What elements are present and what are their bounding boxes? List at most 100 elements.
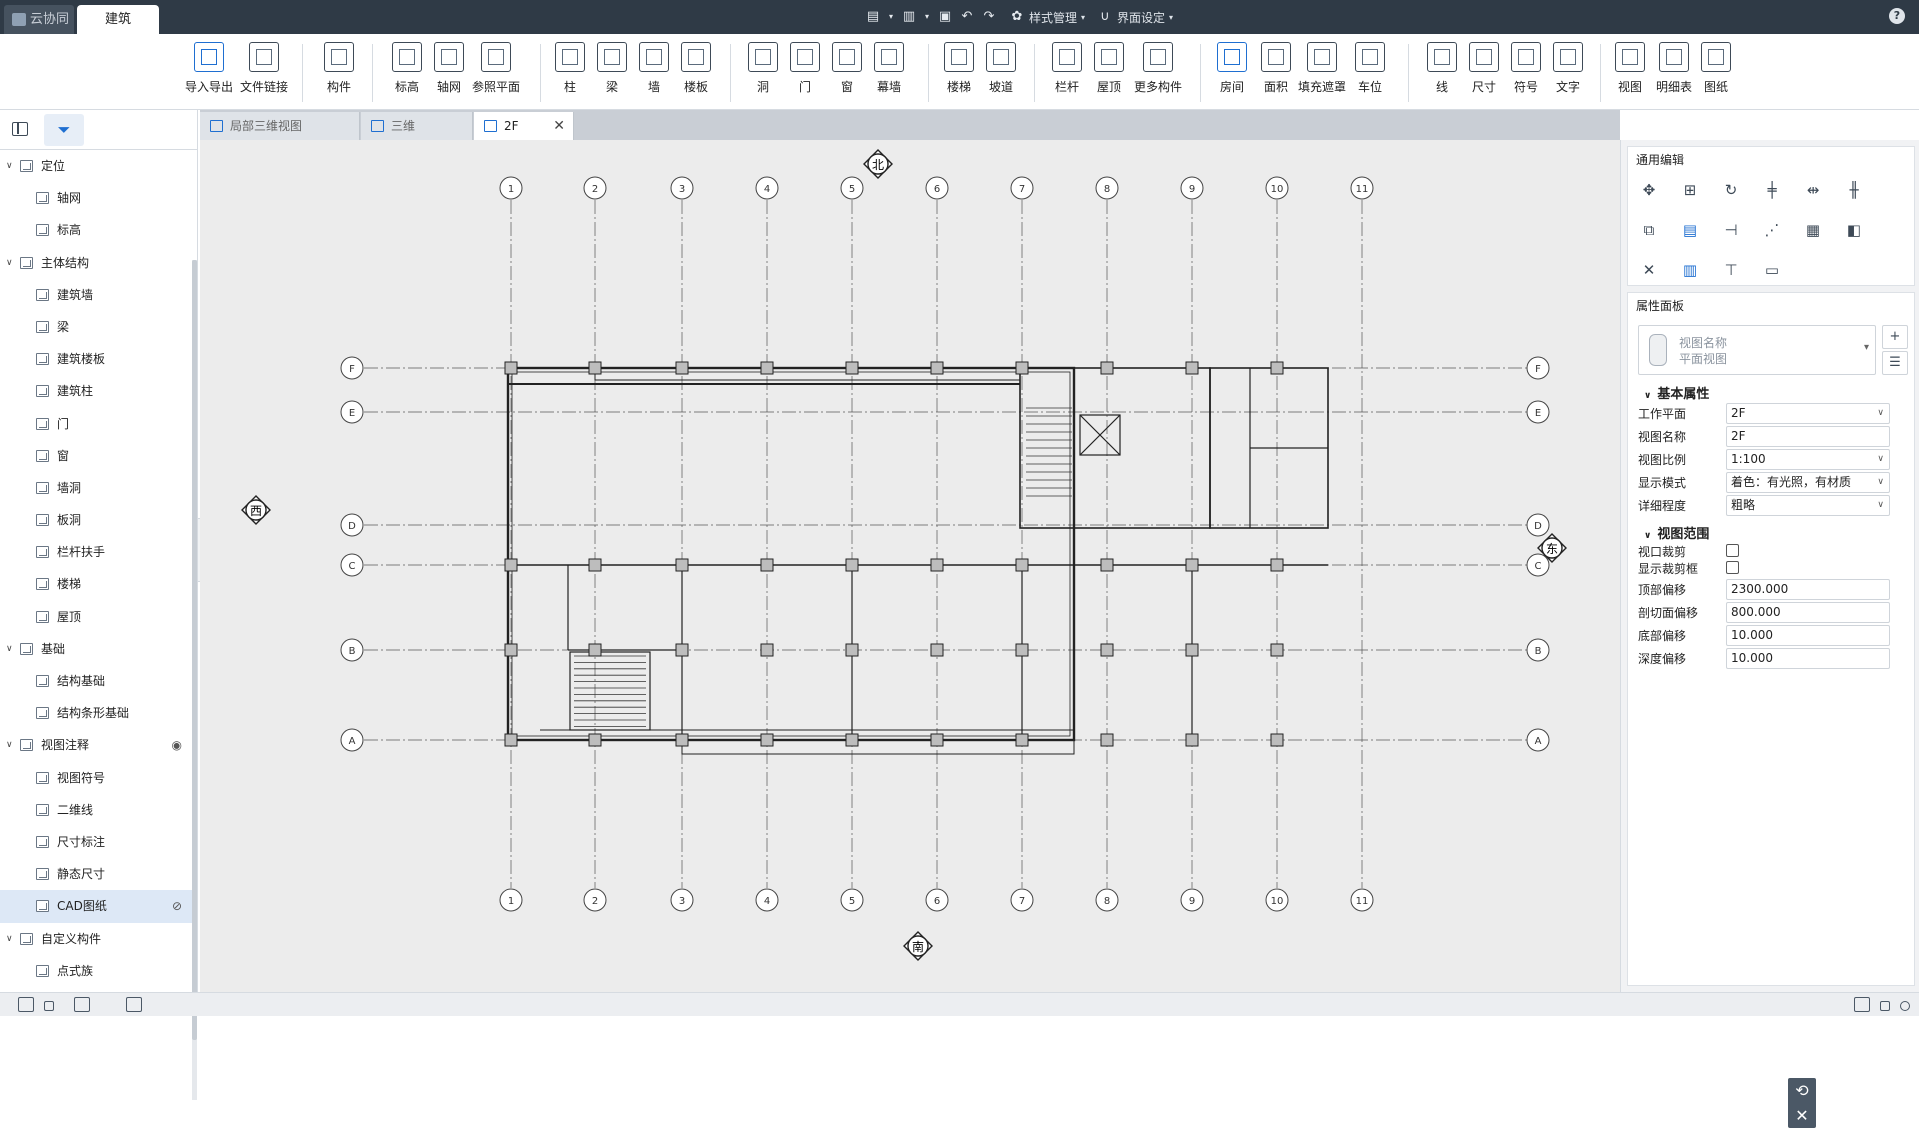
help-icon[interactable]: ? xyxy=(1889,8,1905,24)
property-field[interactable]: 10.000 xyxy=(1726,625,1890,646)
floor-slab-button[interactable]: 楼板 xyxy=(681,42,711,106)
tree-item[interactable]: 楼梯 xyxy=(0,568,192,600)
delete-icon[interactable]: ✕ xyxy=(1638,259,1660,281)
offset-icon[interactable]: ⇹ xyxy=(1802,179,1824,201)
tree-item[interactable]: 标高 xyxy=(0,214,192,246)
tab-local-3d-view[interactable]: 局部三维视图 xyxy=(200,112,360,140)
move-icon[interactable]: ✥ xyxy=(1638,179,1660,201)
checkbox[interactable] xyxy=(1726,561,1739,574)
stack-icon[interactable]: ▥ xyxy=(1679,259,1701,281)
property-field[interactable]: 2F xyxy=(1726,426,1890,447)
door-button[interactable]: 门 xyxy=(790,42,820,106)
railing-button[interactable]: 栏杆 xyxy=(1052,42,1082,106)
property-field[interactable]: 800.000 xyxy=(1726,602,1890,623)
pin-icon[interactable]: ⊤ xyxy=(1720,259,1742,281)
eye-hidden-icon[interactable]: ⊘ xyxy=(172,890,182,922)
column-button[interactable]: 柱 xyxy=(555,42,585,106)
view-range-group[interactable]: ∨ 视图范围 xyxy=(1644,523,1709,542)
new-file-icon[interactable]: ▤ xyxy=(865,9,881,25)
wall-button[interactable]: 墙 xyxy=(639,42,669,106)
tab-3d[interactable]: 三维 xyxy=(361,112,473,140)
tree-item[interactable]: 结构基础 xyxy=(0,665,192,697)
opening-button[interactable]: 洞 xyxy=(748,42,778,106)
tab-2f[interactable]: 2F ✕ xyxy=(474,112,574,140)
chevron-down-icon[interactable]: ∨ xyxy=(6,150,13,182)
text-button[interactable]: 文字 xyxy=(1553,42,1583,106)
tree-scrollbar[interactable] xyxy=(192,260,197,1100)
more-components-button[interactable]: 更多构件 xyxy=(1134,42,1182,106)
compass-north[interactable]: 北 xyxy=(863,149,893,179)
rotate-icon[interactable]: ↻ xyxy=(1720,179,1742,201)
tree-item[interactable]: 门 xyxy=(0,408,192,440)
panel-toggle-icon[interactable] xyxy=(12,122,28,136)
view-type-selector[interactable]: 视图名称 平面视图 ▾ xyxy=(1638,325,1876,375)
redo-icon[interactable]: ↷ xyxy=(981,9,997,25)
compass-south[interactable]: 南 xyxy=(903,931,933,961)
style-management-menu[interactable]: ✿ 样式管理 ▾ xyxy=(1009,9,1085,26)
property-field[interactable]: 粗略 ∨ xyxy=(1726,495,1890,516)
tile-view-icon[interactable] xyxy=(74,997,90,1012)
chevron-down-icon[interactable]: ∨ xyxy=(6,247,13,279)
align-icon[interactable]: ╪ xyxy=(1761,179,1783,201)
sheet-status-icon[interactable] xyxy=(1854,997,1870,1012)
add-type-button[interactable]: + xyxy=(1882,325,1908,349)
property-field[interactable]: 2300.000 xyxy=(1726,579,1890,600)
sheet-button[interactable]: 图纸 xyxy=(1701,42,1731,106)
property-field[interactable]: 着色：有光照，有材质 ∨ xyxy=(1726,472,1890,493)
tree-item[interactable]: 窗 xyxy=(0,440,192,472)
fill-mask-button[interactable]: 填充遮罩 xyxy=(1298,42,1346,106)
trim-icon[interactable]: ⊣ xyxy=(1720,219,1742,241)
tree-item[interactable]: 板洞 xyxy=(0,504,192,536)
parking-button[interactable]: 车位 xyxy=(1355,42,1385,106)
measure-icon[interactable]: ▭ xyxy=(1761,259,1783,281)
drawing-canvas[interactable]: 1 1 2 2 3 3 4 4 5 5 6 6 7 7 8 8 9 9 10 10 11 11 F F E E D D C C B B A A xyxy=(200,140,1816,1128)
tree-item[interactable]: 静态尺寸 xyxy=(0,858,192,890)
checkbox[interactable] xyxy=(1726,544,1739,557)
small-view-icon[interactable] xyxy=(1880,1001,1890,1011)
tree-item[interactable]: 建筑柱 xyxy=(0,375,192,407)
copy-icon[interactable]: ⊞ xyxy=(1679,179,1701,201)
window-button[interactable]: 窗 xyxy=(832,42,862,106)
tree-item[interactable]: 梁 xyxy=(0,311,192,343)
tree-item[interactable]: ∨ 自定义构件 xyxy=(0,923,192,955)
tree-item[interactable]: 点式族 xyxy=(0,955,192,987)
curtain-wall-button[interactable]: 幕墙 xyxy=(874,42,904,106)
view-button[interactable]: 视图 xyxy=(1615,42,1645,106)
chevron-down-icon[interactable]: ∨ xyxy=(6,729,13,761)
tree-item[interactable]: 视图符号 xyxy=(0,762,192,794)
tree-item[interactable]: ∨ 主体结构 xyxy=(0,247,192,279)
mirror-axis-icon[interactable]: ▤ xyxy=(1679,219,1701,241)
level-button[interactable]: 标高 xyxy=(392,42,422,106)
tree-item[interactable]: 建筑楼板 xyxy=(0,343,192,375)
ramp-button[interactable]: 坡道 xyxy=(986,42,1016,106)
tab-cloud-collab[interactable]: 云协同 xyxy=(4,5,74,34)
split-icon[interactable]: ╫ xyxy=(1843,179,1865,201)
import-export-button[interactable]: 导入导出 xyxy=(185,42,233,106)
open-file-icon[interactable]: ▥ xyxy=(901,9,917,25)
symbol-button[interactable]: 符号 xyxy=(1511,42,1541,106)
rotate-view-icon[interactable]: ⟲ xyxy=(1788,1078,1816,1103)
property-field[interactable]: 2F ∨ xyxy=(1726,403,1890,424)
tree-item[interactable]: ∨ 基础 xyxy=(0,633,192,665)
group-icon[interactable]: ▦ xyxy=(1802,219,1824,241)
chevron-down-icon[interactable]: ▾ xyxy=(923,9,931,25)
tree-item[interactable]: ∨ 视图注释 ◉ xyxy=(0,729,192,761)
close-icon[interactable]: ✕ xyxy=(553,112,565,140)
layout-grid-icon[interactable] xyxy=(18,997,34,1012)
beam-button[interactable]: 梁 xyxy=(597,42,627,106)
line-button[interactable]: 线 xyxy=(1427,42,1457,106)
tree-item[interactable]: 二维线 xyxy=(0,794,192,826)
tree-item[interactable]: CAD图纸 ⊘ xyxy=(0,890,192,923)
stair-button[interactable]: 楼梯 xyxy=(944,42,974,106)
extend-icon[interactable]: ⋰ xyxy=(1761,219,1783,241)
component-button[interactable]: 构件 xyxy=(324,42,354,106)
close-icon[interactable]: ✕ xyxy=(1788,1103,1816,1128)
grid-button[interactable]: 轴网 xyxy=(434,42,464,106)
ui-settings-menu[interactable]: ∪ 界面设定 ▾ xyxy=(1097,9,1173,26)
small-view-icon[interactable] xyxy=(44,1001,54,1011)
property-field[interactable]: 1:100 ∨ xyxy=(1726,449,1890,470)
file-link-button[interactable]: 文件链接 xyxy=(240,42,288,106)
tree-item[interactable]: 屋顶 xyxy=(0,601,192,633)
dimension-button[interactable]: 尺寸 xyxy=(1469,42,1499,106)
tree-item[interactable]: 结构条形基础 xyxy=(0,697,192,729)
